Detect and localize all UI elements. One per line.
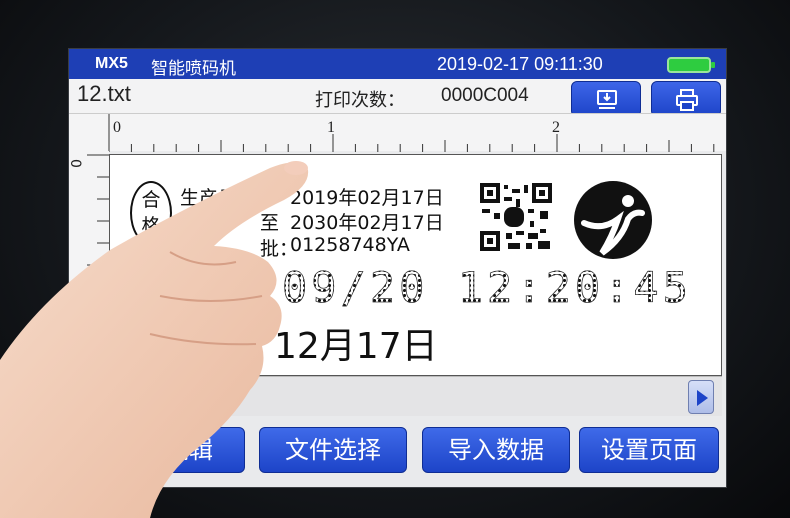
expiry-date-label: 至 — [260, 212, 280, 234]
settings-page-button[interactable]: 设置页面 — [579, 427, 719, 473]
info-bar: 12.txt 打印次数： 0000C004 — [69, 79, 726, 117]
printer-icon — [676, 89, 698, 111]
clock-datetime: 2019-02-17 09:11:30 — [437, 54, 603, 74]
import-data-button[interactable]: 导入数据 — [422, 427, 570, 473]
usb-import-icon — [597, 90, 617, 109]
vertical-ruler: 0 — [69, 151, 109, 421]
file-select-button[interactable]: 文件选择 — [259, 427, 407, 473]
qualified-stamp: 合 格 — [130, 181, 172, 245]
scroll-right-arrow-icon[interactable] — [688, 380, 714, 414]
canvas-scrollbar[interactable] — [109, 376, 722, 416]
model-label: MX5 — [95, 55, 128, 72]
ruler-label-1: 1 — [327, 119, 335, 136]
ruler-label-0: 0 — [113, 119, 121, 136]
horizontal-ruler: 0 1 2 — [69, 113, 726, 152]
brand-logo — [574, 181, 652, 259]
print-count-value: 0000C004 — [441, 85, 529, 106]
bottom-nav: 件编辑 文件选择 导入数据 设置页面 — [69, 421, 726, 487]
print-button[interactable] — [651, 81, 721, 117]
vruler-label-0: 0 — [69, 159, 83, 168]
qr-code-image — [480, 183, 552, 251]
large-date-text: 12月17日 — [274, 326, 438, 367]
batch-value: 01258748YA — [290, 234, 410, 256]
app-title: 智能喷码机 — [151, 59, 236, 79]
status-bar: MX5 智能喷码机 2019-02-17 09:11:30 — [69, 49, 726, 79]
print-preview-canvas[interactable]: 合 格 生产日 2019年02月17日 至 2030年02月17日 批： 012… — [109, 154, 722, 376]
edit-file-button[interactable]: 件编辑 — [109, 427, 245, 473]
production-date-value: 2019年02月17日 — [290, 187, 444, 209]
dot-matrix-datetime: 09/20 12:20:45 — [282, 263, 693, 313]
ruler-label-2: 2 — [552, 119, 560, 136]
ruler-ticks: 0 1 2 — [108, 114, 715, 152]
stamp-char-1: 合 — [141, 189, 161, 211]
stamp-char-2: 格 — [141, 215, 161, 237]
touch-screen: MX5 智能喷码机 2019-02-17 09:11:30 12.txt 打印次… — [68, 48, 727, 488]
usb-import-button[interactable] — [571, 81, 641, 117]
battery-icon — [667, 57, 715, 73]
production-date-label: 生产日 — [180, 187, 238, 209]
print-count-label: 打印次数： — [315, 90, 405, 111]
vruler-ticks: 0 — [69, 154, 109, 420]
expiry-date-value: 2030年02月17日 — [290, 212, 444, 234]
file-name: 12.txt — [77, 81, 131, 106]
